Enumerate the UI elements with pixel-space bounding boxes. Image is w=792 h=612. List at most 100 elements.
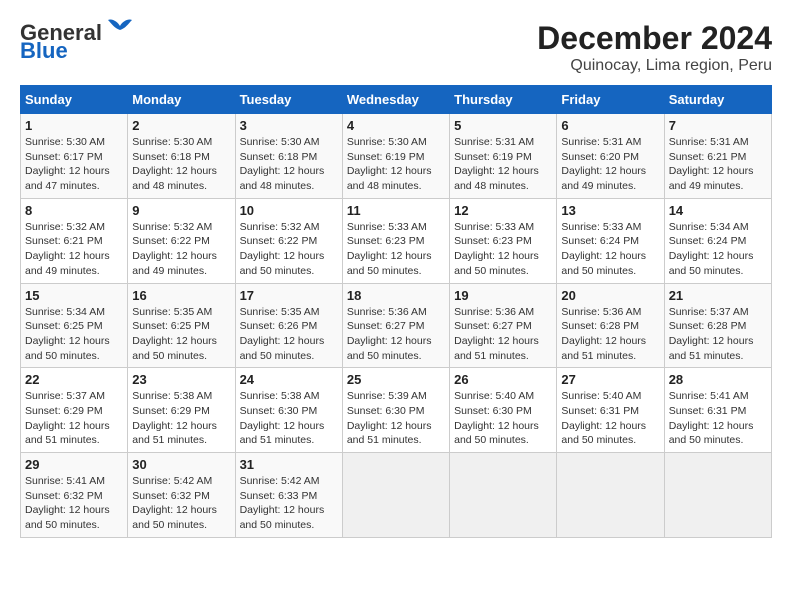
table-row: 2 Sunrise: 5:30 AM Sunset: 6:18 PM Dayli… bbox=[128, 114, 235, 199]
day-number: 19 bbox=[454, 288, 552, 303]
day-info: Sunrise: 5:30 AM Sunset: 6:17 PM Dayligh… bbox=[25, 135, 123, 194]
day-number: 30 bbox=[132, 457, 230, 472]
table-row: 12 Sunrise: 5:33 AM Sunset: 6:23 PM Dayl… bbox=[450, 198, 557, 283]
header-monday: Monday bbox=[128, 86, 235, 114]
day-number: 17 bbox=[240, 288, 338, 303]
logo: General Blue bbox=[20, 20, 136, 64]
day-info: Sunrise: 5:30 AM Sunset: 6:18 PM Dayligh… bbox=[132, 135, 230, 194]
day-number: 6 bbox=[561, 118, 659, 133]
day-info: Sunrise: 5:30 AM Sunset: 6:19 PM Dayligh… bbox=[347, 135, 445, 194]
day-number: 9 bbox=[132, 203, 230, 218]
table-row: 22 Sunrise: 5:37 AM Sunset: 6:29 PM Dayl… bbox=[21, 368, 128, 453]
day-number: 25 bbox=[347, 372, 445, 387]
calendar-week-3: 15 Sunrise: 5:34 AM Sunset: 6:25 PM Dayl… bbox=[21, 283, 772, 368]
calendar-week-4: 22 Sunrise: 5:37 AM Sunset: 6:29 PM Dayl… bbox=[21, 368, 772, 453]
day-info: Sunrise: 5:39 AM Sunset: 6:30 PM Dayligh… bbox=[347, 389, 445, 448]
day-info: Sunrise: 5:42 AM Sunset: 6:33 PM Dayligh… bbox=[240, 474, 338, 533]
page-title: December 2024 bbox=[537, 20, 772, 57]
table-row: 27 Sunrise: 5:40 AM Sunset: 6:31 PM Dayl… bbox=[557, 368, 664, 453]
day-number: 31 bbox=[240, 457, 338, 472]
day-info: Sunrise: 5:32 AM Sunset: 6:22 PM Dayligh… bbox=[132, 220, 230, 279]
day-info: Sunrise: 5:34 AM Sunset: 6:25 PM Dayligh… bbox=[25, 305, 123, 364]
table-row: 11 Sunrise: 5:33 AM Sunset: 6:23 PM Dayl… bbox=[342, 198, 449, 283]
header-saturday: Saturday bbox=[664, 86, 771, 114]
day-number: 12 bbox=[454, 203, 552, 218]
day-info: Sunrise: 5:38 AM Sunset: 6:29 PM Dayligh… bbox=[132, 389, 230, 448]
table-row: 17 Sunrise: 5:35 AM Sunset: 6:26 PM Dayl… bbox=[235, 283, 342, 368]
day-info: Sunrise: 5:41 AM Sunset: 6:32 PM Dayligh… bbox=[25, 474, 123, 533]
page-header: General Blue December 2024 Quinocay, Lim… bbox=[20, 20, 772, 75]
table-row: 6 Sunrise: 5:31 AM Sunset: 6:20 PM Dayli… bbox=[557, 114, 664, 199]
day-info: Sunrise: 5:31 AM Sunset: 6:21 PM Dayligh… bbox=[669, 135, 767, 194]
calendar-week-1: 1 Sunrise: 5:30 AM Sunset: 6:17 PM Dayli… bbox=[21, 114, 772, 199]
logo-text-blue: Blue bbox=[20, 38, 68, 64]
day-number: 8 bbox=[25, 203, 123, 218]
day-number: 4 bbox=[347, 118, 445, 133]
day-number: 13 bbox=[561, 203, 659, 218]
day-info: Sunrise: 5:42 AM Sunset: 6:32 PM Dayligh… bbox=[132, 474, 230, 533]
day-info: Sunrise: 5:33 AM Sunset: 6:23 PM Dayligh… bbox=[454, 220, 552, 279]
table-row bbox=[557, 453, 664, 538]
day-number: 16 bbox=[132, 288, 230, 303]
table-row: 31 Sunrise: 5:42 AM Sunset: 6:33 PM Dayl… bbox=[235, 453, 342, 538]
table-row: 10 Sunrise: 5:32 AM Sunset: 6:22 PM Dayl… bbox=[235, 198, 342, 283]
day-info: Sunrise: 5:40 AM Sunset: 6:31 PM Dayligh… bbox=[561, 389, 659, 448]
day-number: 3 bbox=[240, 118, 338, 133]
day-info: Sunrise: 5:36 AM Sunset: 6:28 PM Dayligh… bbox=[561, 305, 659, 364]
table-row: 13 Sunrise: 5:33 AM Sunset: 6:24 PM Dayl… bbox=[557, 198, 664, 283]
table-row: 28 Sunrise: 5:41 AM Sunset: 6:31 PM Dayl… bbox=[664, 368, 771, 453]
day-number: 7 bbox=[669, 118, 767, 133]
table-row: 7 Sunrise: 5:31 AM Sunset: 6:21 PM Dayli… bbox=[664, 114, 771, 199]
day-info: Sunrise: 5:37 AM Sunset: 6:29 PM Dayligh… bbox=[25, 389, 123, 448]
day-number: 28 bbox=[669, 372, 767, 387]
table-row: 5 Sunrise: 5:31 AM Sunset: 6:19 PM Dayli… bbox=[450, 114, 557, 199]
header-friday: Friday bbox=[557, 86, 664, 114]
day-number: 20 bbox=[561, 288, 659, 303]
table-row: 15 Sunrise: 5:34 AM Sunset: 6:25 PM Dayl… bbox=[21, 283, 128, 368]
day-info: Sunrise: 5:32 AM Sunset: 6:22 PM Dayligh… bbox=[240, 220, 338, 279]
table-row: 4 Sunrise: 5:30 AM Sunset: 6:19 PM Dayli… bbox=[342, 114, 449, 199]
table-row: 30 Sunrise: 5:42 AM Sunset: 6:32 PM Dayl… bbox=[128, 453, 235, 538]
calendar-week-5: 29 Sunrise: 5:41 AM Sunset: 6:32 PM Dayl… bbox=[21, 453, 772, 538]
day-info: Sunrise: 5:31 AM Sunset: 6:20 PM Dayligh… bbox=[561, 135, 659, 194]
calendar-header-row: Sunday Monday Tuesday Wednesday Thursday… bbox=[21, 86, 772, 114]
table-row: 1 Sunrise: 5:30 AM Sunset: 6:17 PM Dayli… bbox=[21, 114, 128, 199]
header-wednesday: Wednesday bbox=[342, 86, 449, 114]
table-row: 26 Sunrise: 5:40 AM Sunset: 6:30 PM Dayl… bbox=[450, 368, 557, 453]
calendar-table: Sunday Monday Tuesday Wednesday Thursday… bbox=[20, 85, 772, 538]
table-row: 9 Sunrise: 5:32 AM Sunset: 6:22 PM Dayli… bbox=[128, 198, 235, 283]
table-row: 21 Sunrise: 5:37 AM Sunset: 6:28 PM Dayl… bbox=[664, 283, 771, 368]
day-info: Sunrise: 5:34 AM Sunset: 6:24 PM Dayligh… bbox=[669, 220, 767, 279]
day-number: 24 bbox=[240, 372, 338, 387]
day-number: 1 bbox=[25, 118, 123, 133]
day-info: Sunrise: 5:31 AM Sunset: 6:19 PM Dayligh… bbox=[454, 135, 552, 194]
header-tuesday: Tuesday bbox=[235, 86, 342, 114]
day-info: Sunrise: 5:36 AM Sunset: 6:27 PM Dayligh… bbox=[454, 305, 552, 364]
table-row: 25 Sunrise: 5:39 AM Sunset: 6:30 PM Dayl… bbox=[342, 368, 449, 453]
day-info: Sunrise: 5:38 AM Sunset: 6:30 PM Dayligh… bbox=[240, 389, 338, 448]
day-number: 15 bbox=[25, 288, 123, 303]
day-number: 23 bbox=[132, 372, 230, 387]
title-block: December 2024 Quinocay, Lima region, Per… bbox=[537, 20, 772, 75]
day-number: 26 bbox=[454, 372, 552, 387]
day-info: Sunrise: 5:35 AM Sunset: 6:25 PM Dayligh… bbox=[132, 305, 230, 364]
header-thursday: Thursday bbox=[450, 86, 557, 114]
day-number: 5 bbox=[454, 118, 552, 133]
table-row bbox=[664, 453, 771, 538]
table-row bbox=[342, 453, 449, 538]
day-number: 18 bbox=[347, 288, 445, 303]
table-row: 18 Sunrise: 5:36 AM Sunset: 6:27 PM Dayl… bbox=[342, 283, 449, 368]
table-row: 8 Sunrise: 5:32 AM Sunset: 6:21 PM Dayli… bbox=[21, 198, 128, 283]
day-info: Sunrise: 5:41 AM Sunset: 6:31 PM Dayligh… bbox=[669, 389, 767, 448]
table-row: 24 Sunrise: 5:38 AM Sunset: 6:30 PM Dayl… bbox=[235, 368, 342, 453]
day-info: Sunrise: 5:30 AM Sunset: 6:18 PM Dayligh… bbox=[240, 135, 338, 194]
day-number: 10 bbox=[240, 203, 338, 218]
table-row: 29 Sunrise: 5:41 AM Sunset: 6:32 PM Dayl… bbox=[21, 453, 128, 538]
day-info: Sunrise: 5:33 AM Sunset: 6:24 PM Dayligh… bbox=[561, 220, 659, 279]
day-info: Sunrise: 5:35 AM Sunset: 6:26 PM Dayligh… bbox=[240, 305, 338, 364]
day-number: 21 bbox=[669, 288, 767, 303]
day-number: 29 bbox=[25, 457, 123, 472]
table-row: 16 Sunrise: 5:35 AM Sunset: 6:25 PM Dayl… bbox=[128, 283, 235, 368]
page-subtitle: Quinocay, Lima region, Peru bbox=[537, 57, 772, 75]
day-info: Sunrise: 5:33 AM Sunset: 6:23 PM Dayligh… bbox=[347, 220, 445, 279]
